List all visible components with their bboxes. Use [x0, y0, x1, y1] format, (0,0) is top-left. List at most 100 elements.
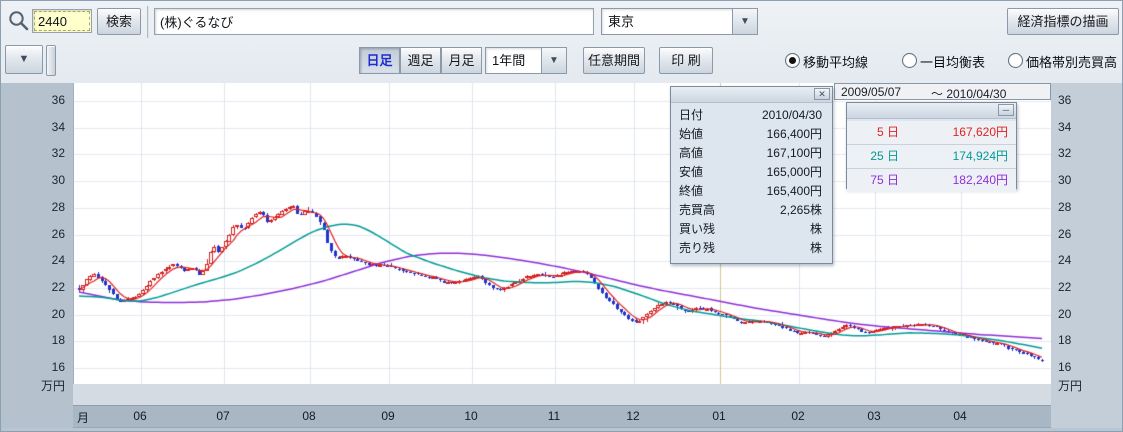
info-row-value: 2010/04/30	[762, 106, 822, 125]
legend-row: 5 日 167,620円	[847, 121, 1016, 145]
y-axis-tick-label: 18	[52, 333, 65, 347]
panel-grip[interactable]	[46, 45, 56, 76]
info-row-label: 始値	[679, 125, 703, 144]
y-axis-tick-label: 24	[1058, 253, 1071, 267]
legend-title-bar[interactable]: ─	[847, 103, 1016, 119]
close-icon[interactable]: ✕	[814, 88, 830, 100]
info-row-label: 安値	[679, 163, 703, 182]
moving-average-legend-window[interactable]: ─ 5 日 167,620円 25 日 174,924円 75 日 182,240円	[846, 102, 1017, 189]
draw-economic-indicator-button[interactable]: 経済指標の描画	[1007, 8, 1119, 35]
info-row-value: 165,400円	[767, 182, 822, 201]
radio-moving-average[interactable]: 移動平均線	[785, 52, 897, 68]
info-row-label: 高値	[679, 144, 703, 163]
info-row: 始値166,400円	[671, 125, 832, 144]
x-axis-label: 11	[544, 409, 564, 423]
y-axis-tick-label: 34	[1058, 120, 1071, 134]
chevron-down-icon[interactable]: ▼	[541, 48, 566, 73]
y-axis-tick-label: 26	[1058, 227, 1071, 241]
x-axis-label: 01	[709, 409, 729, 423]
radio-dot-icon[interactable]	[902, 53, 917, 68]
tab-monthly[interactable]: 月足	[441, 47, 482, 74]
y-axis-tick-label: 30	[52, 173, 65, 187]
y-axis-left: 3634323028262422201816万円	[1, 83, 73, 428]
info-row-value: 167,100円	[767, 144, 822, 163]
collapse-panel-button[interactable]: ▼	[5, 45, 43, 74]
custom-period-button[interactable]: 任意期間	[583, 47, 645, 74]
x-axis-label: 08	[299, 409, 319, 423]
legend-row-value: 167,620円	[953, 121, 1008, 144]
date-range-start: 2009/05/07	[841, 85, 901, 99]
x-axis-label: 03	[864, 409, 884, 423]
legend-row: 25 日 174,924円	[847, 145, 1016, 169]
radio-label: 価格帯別売買高	[1026, 52, 1117, 71]
y-axis-tick-label: 34	[52, 120, 65, 134]
info-row-value: 株	[810, 220, 822, 239]
legend-row-label: 75 日	[847, 169, 899, 192]
info-row-label: 売り残	[679, 239, 715, 258]
x-axis-unit-label: 月	[77, 409, 89, 426]
info-row: 安値 165,000円	[671, 163, 832, 182]
print-button[interactable]: 印 刷	[659, 47, 713, 74]
period-select[interactable]: 1年間 ▼	[485, 47, 567, 74]
radio-label: 一目均衡表	[920, 52, 985, 71]
y-axis-tick-label: 26	[52, 227, 65, 241]
x-axis-label: 07	[213, 409, 233, 423]
x-axis-label: 10	[461, 409, 481, 423]
info-row: 高値 167,100円	[671, 144, 832, 163]
info-title-bar[interactable]: ✕	[671, 87, 832, 103]
radio-volume-by-price[interactable]: 価格帯別売買高	[1008, 52, 1120, 68]
y-axis-tick-label: 36	[52, 93, 65, 107]
radio-dot-icon[interactable]	[1008, 53, 1023, 68]
date-range-end: ～ 2010/04/30	[931, 85, 1006, 102]
x-axis-label: 02	[788, 409, 808, 423]
y-axis-tick-label: 20	[1058, 307, 1071, 321]
y-axis-tick-label: 28	[1058, 200, 1071, 214]
y-axis-tick-label: 22	[52, 280, 65, 294]
radio-label: 移動平均線	[803, 52, 868, 71]
stock-chart-window: 検索 東京 ▼ 経済指標の描画 ▼ 日足 週足 月足 1年間 ▼ 任意期間 印 …	[0, 0, 1123, 432]
date-range-strip: 2009/05/07 ～ 2010/04/30	[834, 83, 1051, 100]
radio-dot-icon[interactable]	[785, 53, 800, 68]
legend-row-label: 25 日	[847, 145, 899, 168]
legend-row: 75 日 182,240円	[847, 169, 1016, 192]
y-axis-tick-label: 16	[52, 360, 65, 374]
stock-name-input[interactable]	[154, 8, 594, 35]
x-axis-month-strip: 月 0607080910111201020304	[73, 405, 1051, 428]
info-row-label: 日付	[679, 106, 703, 125]
tab-daily[interactable]: 日足	[359, 47, 400, 74]
info-row-label: 買い残	[679, 220, 715, 239]
quote-info-window[interactable]: ✕ 日付 2010/04/30始値166,400円高値 167,100円安値 165,…	[670, 86, 833, 264]
info-row: 終値 165,400円	[671, 182, 832, 201]
y-axis-tick-label: 36	[1058, 93, 1071, 107]
minimize-icon[interactable]: ─	[998, 104, 1014, 116]
info-row: 買い残 株	[671, 220, 832, 239]
legend-row-value: 174,924円	[953, 145, 1008, 168]
tab-weekly[interactable]: 週足	[400, 47, 441, 74]
info-row-value: 165,000円	[767, 163, 822, 182]
y-axis-tick-label: 32	[1058, 146, 1071, 160]
legend-row-label: 5 日	[847, 121, 899, 144]
window-bottom-band	[1, 428, 1123, 432]
info-row: 日付 2010/04/30	[671, 106, 832, 125]
y-axis-tick-label: 22	[1058, 280, 1071, 294]
x-axis-label: 09	[378, 409, 398, 423]
legend-row-value: 182,240円	[953, 169, 1008, 192]
toolbar-separator	[147, 6, 149, 38]
chevron-down-icon[interactable]: ▼	[732, 9, 757, 34]
radio-ichimoku[interactable]: 一目均衡表	[902, 52, 1004, 68]
y-axis-tick-label: 24	[52, 253, 65, 267]
y-axis-tick-label: 20	[52, 307, 65, 321]
info-row: 売買高2,265株	[671, 201, 832, 220]
stock-code-input[interactable]	[32, 9, 92, 33]
chart-footer-band	[73, 384, 1051, 405]
x-axis-label: 06	[130, 409, 150, 423]
search-icon	[7, 9, 31, 33]
info-row-value: 株	[810, 239, 822, 258]
y-axis-tick-label: 30	[1058, 173, 1071, 187]
exchange-select[interactable]: 東京 ▼	[601, 8, 758, 35]
info-row: 売り残 株	[671, 239, 832, 258]
y-axis-tick-label: 32	[52, 146, 65, 160]
info-row-label: 終値	[679, 182, 703, 201]
search-button[interactable]: 検索	[97, 8, 141, 35]
x-axis-label: 12	[623, 409, 643, 423]
